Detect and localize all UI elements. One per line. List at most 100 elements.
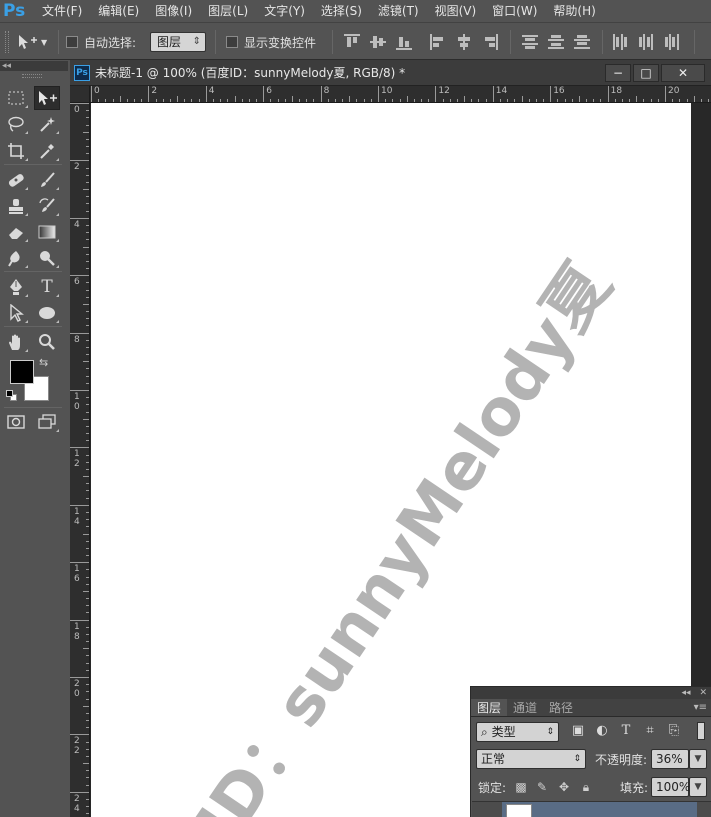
distribute-top-edges-icon[interactable]: [522, 34, 538, 50]
lasso-tool[interactable]: [3, 112, 29, 136]
marquee-icon: [8, 91, 24, 105]
ruler-minor-tick: [86, 655, 89, 657]
lock-position-icon[interactable]: ✥: [556, 779, 572, 795]
ruler-minor-tick: [557, 99, 559, 102]
collapse-panel-icon[interactable]: ◂◂: [682, 688, 691, 698]
smart-object-filter-icon[interactable]: ⎘: [665, 722, 683, 740]
shape-layer-filter-icon[interactable]: ⌗: [641, 722, 659, 740]
menu-edit[interactable]: 编辑(E): [90, 0, 147, 22]
menu-filter[interactable]: 滤镜(T): [370, 0, 427, 22]
menu-layer[interactable]: 图层(L): [200, 0, 256, 22]
type-layer-filter-icon[interactable]: T: [617, 722, 635, 740]
ruler-minor-tick: [86, 748, 89, 750]
ruler-minor-tick: [686, 99, 688, 102]
ruler-minor-tick: [413, 99, 415, 102]
ellipse-tool[interactable]: [34, 301, 60, 325]
adjustment-layer-filter-icon[interactable]: ◐: [593, 722, 611, 740]
distribute-right-edges-icon[interactable]: [664, 34, 680, 50]
tab-paths[interactable]: 路径: [543, 699, 579, 716]
lock-transparent-pixels-icon[interactable]: ▩: [513, 779, 529, 795]
layer-filter-dropdown[interactable]: ⌕ 类型 ⇕: [476, 722, 559, 742]
tool-preset-picker[interactable]: ▼: [16, 31, 56, 53]
distribute-horizontal-centers-icon[interactable]: [638, 34, 654, 50]
menu-image[interactable]: 图像(I): [147, 0, 200, 22]
pen-tool[interactable]: [3, 275, 29, 299]
minimize-button[interactable]: −: [605, 64, 631, 82]
menu-window[interactable]: 窗口(W): [484, 0, 545, 22]
options-bar-grip[interactable]: [5, 31, 9, 53]
tools-collapse-button[interactable]: ◂◂: [0, 61, 68, 71]
auto-select-checkbox[interactable]: [66, 36, 78, 48]
align-horizontal-centers-icon[interactable]: [456, 34, 472, 50]
opacity-slider-button[interactable]: ▼: [689, 749, 707, 769]
rectangular-marquee-tool[interactable]: [3, 86, 29, 110]
ruler-label: 2: [74, 162, 80, 173]
menu-help[interactable]: 帮助(H): [545, 0, 603, 22]
pixel-layer-filter-icon[interactable]: ▣: [569, 722, 587, 740]
ruler-minor-tick: [86, 555, 89, 557]
ruler-minor-tick: [600, 99, 602, 102]
default-colors-icon[interactable]: [6, 390, 18, 402]
opacity-input[interactable]: 36%: [651, 749, 689, 769]
distribute-left-edges-icon[interactable]: [612, 34, 628, 50]
eyedropper-tool[interactable]: [34, 139, 60, 163]
show-transform-checkbox[interactable]: [226, 36, 238, 48]
document-tab[interactable]: Ps 未标题-1 @ 100% (百度ID：sunnyMelody夏, RGB/…: [70, 60, 711, 86]
lock-image-pixels-icon[interactable]: ✎: [534, 779, 550, 795]
menu-select[interactable]: 选择(S): [313, 0, 370, 22]
dodge-tool[interactable]: [34, 246, 60, 270]
gradient-tool[interactable]: [34, 220, 60, 244]
lock-all-icon[interactable]: 🔒︎: [578, 779, 594, 795]
fill-slider-button[interactable]: ▼: [689, 777, 707, 797]
spot-healing-brush-tool[interactable]: [3, 168, 29, 192]
distribute-vertical-centers-icon[interactable]: [548, 34, 564, 50]
layer-filter-value: 类型: [491, 725, 516, 739]
align-left-edges-icon[interactable]: [430, 34, 446, 50]
panel-menu-icon[interactable]: ▾≡: [694, 699, 707, 717]
filter-toggle-switch[interactable]: [697, 722, 705, 740]
fill-input[interactable]: 100%: [651, 777, 690, 797]
ruler-major-tick: [205, 86, 207, 102]
close-panel-icon[interactable]: ✕: [699, 688, 707, 698]
ruler-minor-tick: [571, 99, 573, 102]
align-bottom-edges-icon[interactable]: [396, 34, 412, 50]
vertical-ruler[interactable]: 0 2 4 6 8 10 12 14 16 18 20 22 24: [70, 103, 90, 817]
blur-tool[interactable]: [3, 246, 29, 270]
magic-wand-tool[interactable]: [34, 112, 60, 136]
ruler-minor-tick: [86, 397, 89, 399]
distribute-bottom-edges-icon[interactable]: [574, 34, 590, 50]
swap-colors-icon[interactable]: ⇆: [39, 356, 48, 369]
screen-mode-button[interactable]: [34, 410, 60, 434]
blend-mode-dropdown[interactable]: 正常 ⇕: [476, 749, 586, 769]
hand-tool[interactable]: [3, 330, 29, 354]
type-tool[interactable]: T: [34, 275, 60, 299]
crop-tool[interactable]: [3, 139, 29, 163]
options-separator: [694, 30, 695, 54]
foreground-color-swatch[interactable]: [10, 360, 34, 384]
align-right-edges-icon[interactable]: [482, 34, 498, 50]
ruler-minor-tick: [86, 354, 89, 356]
clone-stamp-tool[interactable]: [3, 194, 29, 218]
auto-select-target-dropdown[interactable]: 图层 ⇕: [150, 32, 206, 52]
zoom-tool[interactable]: [34, 330, 60, 354]
tab-channels[interactable]: 通道: [507, 699, 543, 716]
move-tool[interactable]: [34, 86, 60, 110]
menu-file[interactable]: 文件(F): [34, 0, 90, 22]
layer-row[interactable]: [472, 801, 711, 817]
brush-tool[interactable]: [34, 168, 60, 192]
close-button[interactable]: ✕: [661, 64, 705, 82]
align-top-edges-icon[interactable]: [344, 34, 360, 50]
horizontal-ruler[interactable]: 0 2 4 6 8 10 12 14 16 18 20: [90, 86, 711, 103]
ruler-minor-tick: [83, 303, 89, 305]
align-vertical-centers-icon[interactable]: [370, 34, 386, 50]
quick-mask-mode-button[interactable]: [3, 410, 29, 434]
menu-type[interactable]: 文字(Y): [256, 0, 313, 22]
ruler-origin[interactable]: [70, 86, 90, 103]
tools-panel-grip[interactable]: [22, 74, 42, 78]
maximize-button[interactable]: □: [633, 64, 659, 82]
eraser-tool[interactable]: [3, 220, 29, 244]
path-selection-tool[interactable]: [3, 301, 29, 325]
menu-view[interactable]: 视图(V): [427, 0, 485, 22]
tab-layers[interactable]: 图层: [471, 699, 508, 716]
history-brush-tool[interactable]: [34, 194, 60, 218]
